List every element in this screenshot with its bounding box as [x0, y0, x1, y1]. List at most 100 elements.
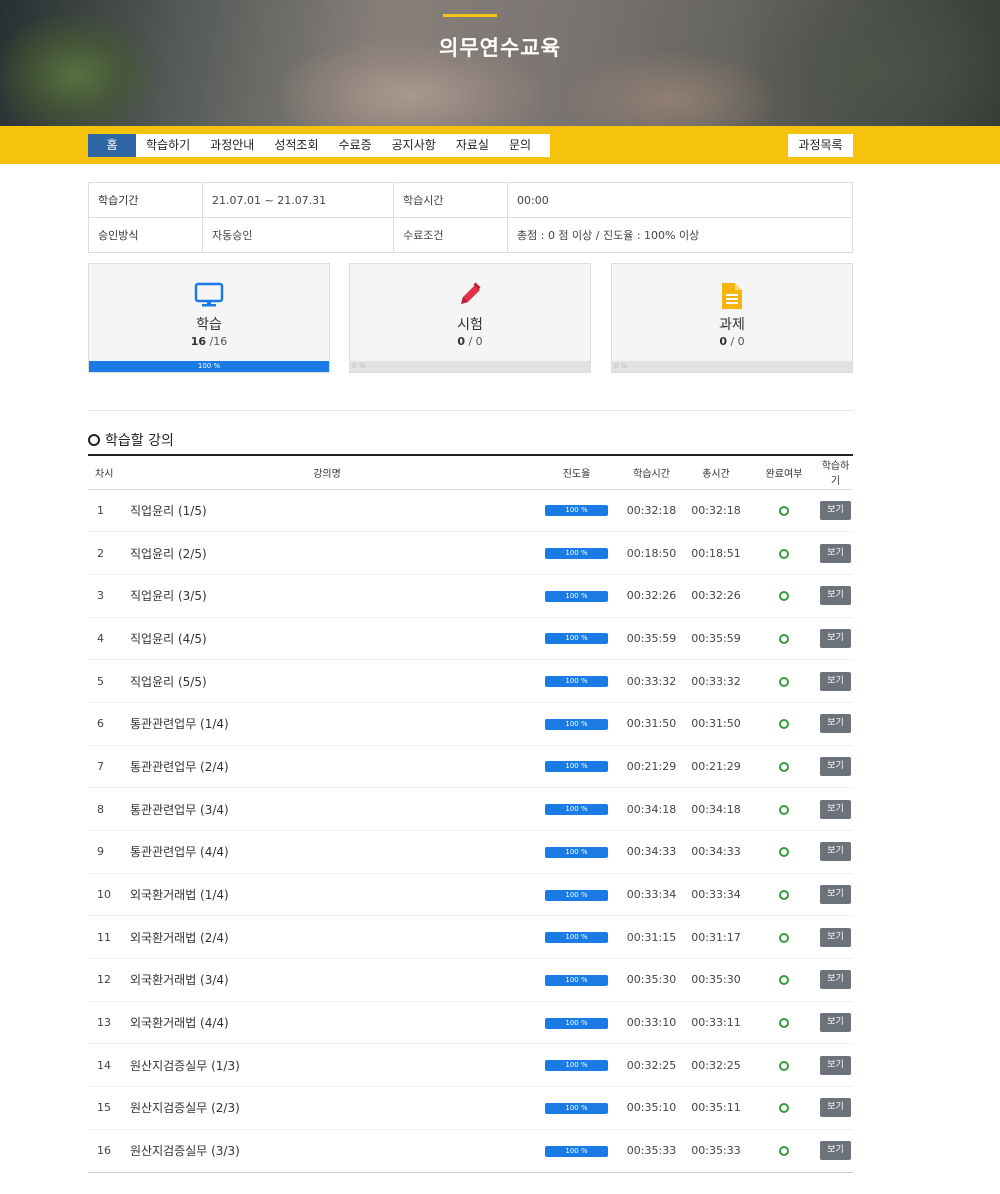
- lecture-complete-cell: [750, 830, 818, 874]
- table-row: 8 통관관련업무 (3/4) 100 % 00:34:18 00:34:18 보기: [88, 787, 853, 831]
- lecture-complete-cell: [750, 617, 818, 661]
- lecture-complete-cell: [750, 1129, 818, 1173]
- view-button[interactable]: 보기: [820, 1098, 851, 1118]
- card-total: / 0: [726, 335, 745, 348]
- lecture-number: 4: [88, 617, 122, 661]
- complete-check-icon: [779, 591, 789, 602]
- nav-item-notices[interactable]: 공지사항: [382, 134, 446, 157]
- nav-item-course-info[interactable]: 과정안내: [200, 134, 264, 157]
- view-button[interactable]: 보기: [820, 500, 851, 520]
- view-button[interactable]: 보기: [820, 799, 851, 819]
- card-progress-bar: 0 %: [612, 361, 852, 372]
- lecture-progress-cell: 100 %: [532, 787, 621, 831]
- lecture-number: 3: [88, 574, 122, 618]
- lecture-total-time: 00:35:11: [682, 1086, 750, 1130]
- lecture-action-cell: 보기: [818, 958, 853, 1002]
- assignment-card[interactable]: 과제 0 / 0 0 %: [611, 263, 853, 373]
- view-button[interactable]: 보기: [820, 927, 851, 947]
- pencil-icon: [350, 282, 590, 308]
- monitor-icon: [89, 282, 329, 308]
- view-button[interactable]: 보기: [820, 970, 851, 990]
- course-list-button[interactable]: 과정목록: [788, 134, 853, 157]
- card-count: 16 /16: [89, 335, 329, 348]
- col-header-study-time: 학습시간: [621, 455, 682, 490]
- view-button[interactable]: 보기: [820, 628, 851, 648]
- card-done: 16: [190, 335, 207, 348]
- view-button[interactable]: 보기: [820, 1141, 851, 1161]
- lecture-name: 직업윤리 (2/5): [122, 531, 532, 575]
- lecture-study-time: 00:33:10: [621, 1001, 682, 1045]
- lecture-complete-cell: [750, 1086, 818, 1130]
- lecture-progress-bar: 100 %: [545, 1017, 608, 1029]
- lecture-name: 외국환거래법 (1/4): [122, 873, 532, 917]
- lecture-progress-bar: 100 %: [545, 590, 608, 602]
- view-button[interactable]: 보기: [820, 1013, 851, 1033]
- view-button[interactable]: 보기: [820, 714, 851, 734]
- view-button[interactable]: 보기: [820, 842, 851, 862]
- approval-value: 자동승인: [202, 217, 394, 253]
- lecture-name: 직업윤리 (4/5): [122, 617, 532, 661]
- complete-check-icon: [779, 1018, 789, 1029]
- lecture-action-cell: 보기: [818, 915, 853, 960]
- lecture-progress-bar: 100 %: [545, 548, 608, 560]
- lecture-name: 직업윤리 (3/5): [122, 574, 532, 618]
- nav-item-resources[interactable]: 자료실: [446, 134, 499, 157]
- col-header-progress: 진도율: [532, 455, 621, 490]
- lecture-total-time: 00:34:18: [682, 787, 750, 831]
- view-button[interactable]: 보기: [820, 671, 851, 691]
- lecture-name: 원산지검증실무 (1/3): [122, 1043, 532, 1088]
- card-done: 0: [719, 335, 727, 348]
- lecture-progress-bar: 100 %: [545, 932, 608, 944]
- nav-item-certificate[interactable]: 수료증: [329, 134, 382, 157]
- lecture-progress-cell: 100 %: [532, 915, 621, 960]
- hero-overlay: [0, 0, 1000, 126]
- nav-item-home[interactable]: 홈: [88, 134, 136, 157]
- table-row: 13 외국환거래법 (4/4) 100 % 00:33:10 00:33:11 보기: [88, 1001, 853, 1045]
- card-progress-bar: 0 %: [350, 361, 590, 372]
- lecture-complete-cell: [750, 1001, 818, 1045]
- exam-card[interactable]: 시험 0 / 0 0 %: [349, 263, 591, 373]
- lecture-progress-cell: 100 %: [532, 1129, 621, 1173]
- lecture-name: 원산지검증실무 (2/3): [122, 1086, 532, 1130]
- lecture-complete-cell: [750, 787, 818, 831]
- lecture-progress-bar: 100 %: [545, 846, 608, 858]
- lecture-study-time: 00:35:33: [621, 1129, 682, 1173]
- time-value: 00:00: [507, 182, 853, 218]
- complete-check-icon: [779, 548, 789, 559]
- period-value: 21.07.01 ~ 21.07.31: [202, 182, 394, 218]
- card-total: / 0: [464, 335, 483, 348]
- lecture-study-time: 00:32:26: [621, 574, 682, 618]
- lecture-number: 15: [88, 1086, 122, 1130]
- nav-item-grades[interactable]: 성적조회: [264, 134, 328, 157]
- lecture-progress-cell: 100 %: [532, 702, 621, 746]
- view-button[interactable]: 보기: [820, 543, 851, 563]
- col-header-action: 학습하기: [818, 455, 853, 490]
- view-button[interactable]: 보기: [820, 586, 851, 606]
- col-header-no: 차시: [88, 455, 122, 490]
- lecture-action-cell: 보기: [818, 1001, 853, 1045]
- lecture-progress-bar: 100 %: [545, 974, 608, 986]
- lecture-number: 1: [88, 489, 122, 533]
- nav-item-inquiry[interactable]: 문의: [499, 134, 541, 157]
- lecture-action-cell: 보기: [818, 531, 853, 575]
- view-button[interactable]: 보기: [820, 756, 851, 776]
- lecture-study-time: 00:34:18: [621, 787, 682, 831]
- view-button[interactable]: 보기: [820, 885, 851, 905]
- hero-banner: 의무연수교육: [0, 0, 1000, 126]
- lecture-progress-bar: 100 %: [545, 1145, 608, 1157]
- lecture-progress-bar: 100 %: [545, 1060, 608, 1072]
- lecture-total-time: 00:32:26: [682, 574, 750, 618]
- view-button[interactable]: 보기: [820, 1055, 851, 1075]
- table-row: 1 직업윤리 (1/5) 100 % 00:32:18 00:32:18 보기: [88, 489, 853, 533]
- lecture-total-time: 00:31:17: [682, 915, 750, 960]
- nav-item-study[interactable]: 학습하기: [136, 134, 200, 157]
- lecture-action-cell: 보기: [818, 787, 853, 831]
- table-row: 7 통관관련업무 (2/4) 100 % 00:21:29 00:21:29 보기: [88, 745, 853, 789]
- study-card[interactable]: 학습 16 /16 100 %: [88, 263, 330, 373]
- table-row: 15 원산지검증실무 (2/3) 100 % 00:35:10 00:35:11 보기: [88, 1086, 853, 1130]
- lecture-table: 차시 강의명 진도율 학습시간 총시간 완료여부 학습하기 1 직업윤리 (1/5…: [88, 454, 853, 1173]
- criteria-label: 수료조건: [393, 217, 508, 253]
- complete-check-icon: [779, 847, 789, 858]
- lecture-action-cell: 보기: [818, 830, 853, 874]
- lecture-action-cell: 보기: [818, 1086, 853, 1130]
